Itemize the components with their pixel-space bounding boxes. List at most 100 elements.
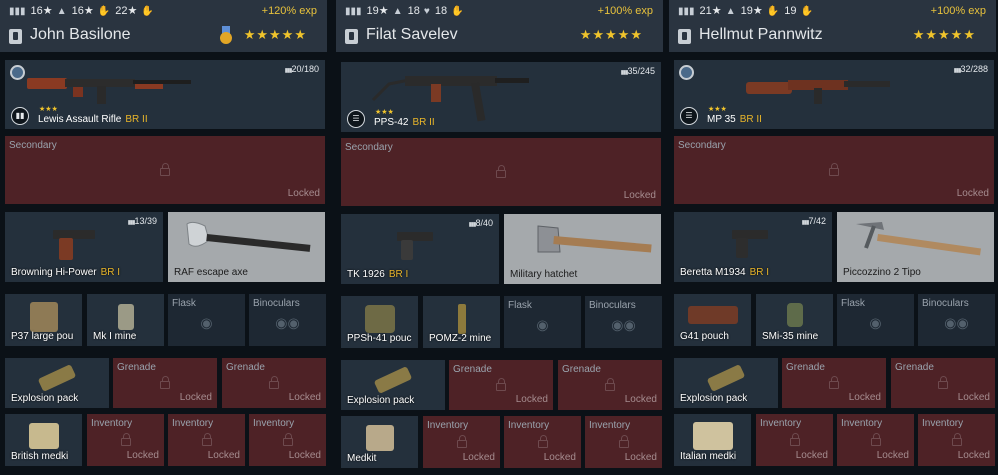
medkit-slot[interactable]: Medkit (341, 416, 418, 468)
grenade-slot-1[interactable]: Grenade Locked (113, 358, 217, 408)
melee-slot[interactable]: Military hatchet (504, 214, 661, 284)
soldier-card-3: ▮▮▮ 21★ ▲ 19★ ✋ 19 ✋ +100% exp Hellmut Pann… (669, 0, 996, 475)
exp-bonus: +100% exp (597, 5, 653, 17)
melee-name: Piccozzino 2 Tipo (843, 267, 921, 278)
rifle-type-icon: ▮▮ (11, 107, 29, 125)
weapon-stars: ★★★ (375, 109, 394, 116)
ammo-icon: ▮▮▮ (9, 6, 26, 17)
medkit-icon (28, 422, 59, 449)
soldier-class-icon (345, 29, 358, 44)
primary-weapon-slot[interactable]: 20/180 ▮▮ ★★★ Lewis Assault RifleBR II (5, 60, 325, 129)
flask-slot[interactable]: Flask ◉ (168, 294, 245, 346)
rank-badge-icon (10, 65, 25, 80)
lock-icon (938, 376, 948, 389)
pouch-slot[interactable]: P37 large pou (5, 294, 82, 346)
secondary-slot[interactable]: Secondary Locked (5, 136, 325, 204)
inventory-slot-3[interactable]: Inventory Locked (918, 414, 995, 466)
pouch-icon (687, 305, 738, 324)
pickaxe-icon (856, 222, 981, 256)
grenade-slot-1[interactable]: Grenade Locked (782, 358, 886, 408)
mine-slot[interactable]: POMZ-2 mine (423, 296, 500, 348)
pistol-name: TK 1926 BR I (347, 269, 409, 280)
rank-badge-icon (679, 65, 694, 80)
battle-rating: BR II (739, 114, 762, 125)
heart-icon: ♥ (423, 6, 430, 17)
explosive-icon (37, 364, 77, 392)
binoculars-slot[interactable]: Binoculars ◉◉ (918, 294, 995, 346)
lock-icon (160, 163, 170, 176)
primary-weapon-slot[interactable]: 35/245 ☰ ★★★ PPS-42BR II (341, 62, 661, 132)
lock-icon (789, 433, 800, 446)
weapon-stars: ★★★ (39, 106, 58, 113)
mine-icon (786, 302, 803, 327)
melee-slot[interactable]: RAF escape axe (168, 212, 325, 282)
pistol-slot[interactable]: 13/39 Browning Hi-PowerBR I (5, 212, 163, 282)
lock-icon (537, 435, 548, 448)
ammo-count: 32/288 (954, 64, 988, 74)
inventory-slot-1[interactable]: Inventory Locked (87, 414, 164, 466)
inventory-slot-3[interactable]: Inventory Locked (585, 416, 662, 468)
ammo-count: 20/180 (285, 64, 319, 74)
inventory-slot-2[interactable]: Inventory Locked (504, 416, 581, 468)
flask-icon: ◉ (869, 314, 882, 331)
primary-weapon-name: MP 35 BR II (707, 114, 762, 125)
explosive-slot[interactable]: Explosion pack (341, 360, 445, 410)
lock-icon (269, 376, 279, 389)
ammo-count: 35/245 (621, 66, 655, 76)
hatchet-icon (537, 225, 652, 253)
pistol-slot[interactable]: 8/40 TK 1926BR I (341, 214, 499, 284)
binoculars-slot[interactable]: Binoculars ◉◉ (249, 294, 326, 346)
pistol-slot[interactable]: 7/42 Beretta M1934BR I (674, 212, 832, 282)
binoculars-icon: ◉◉ (944, 314, 969, 331)
hand-icon: ✋ (451, 6, 464, 17)
soldier-name: Filat Savelev (366, 26, 458, 43)
primary-weapon-name: PPS-42 BR II (374, 117, 435, 128)
primary-weapon-slot[interactable]: 32/288 ☰ ★★★ MP 35BR II (674, 60, 994, 129)
inventory-slot-2[interactable]: Inventory Locked (837, 414, 914, 466)
battle-rating: BR II (412, 117, 435, 128)
flask-icon: ◉ (536, 316, 549, 333)
inventory-slot-1[interactable]: Inventory Locked (423, 416, 500, 468)
mine-slot[interactable]: SMi-35 mine (756, 294, 833, 346)
hand-icon: ✋ (800, 6, 813, 17)
soldier-header[interactable]: ▮▮▮ 21★ ▲ 19★ ✋ 19 ✋ +100% exp Hellmut Pann… (669, 0, 996, 52)
medkit-slot[interactable]: Italian medki (674, 414, 751, 466)
binoculars-slot[interactable]: Binoculars ◉◉ (585, 296, 662, 348)
explosive-slot[interactable]: Explosion pack (5, 358, 109, 408)
inventory-slot-3[interactable]: Inventory Locked (249, 414, 326, 466)
grenade-slot-1[interactable]: Grenade Locked (449, 360, 553, 410)
grenade-slot-2[interactable]: Grenade Locked (222, 358, 326, 408)
pouch-slot[interactable]: G41 pouch (674, 294, 751, 346)
medkit-slot[interactable]: British medki (5, 414, 82, 466)
grenade-slot-2[interactable]: Grenade Locked (558, 360, 662, 410)
soldier-header[interactable]: ▮▮▮ 19★ ▲ 18 ♥ 18 ✋ +100% exp Filat Savelev… (336, 0, 663, 52)
lock-icon (282, 433, 293, 446)
ammo-icon: ▮▮▮ (678, 6, 695, 17)
soldier-stats: ▮▮▮ 21★ ▲ 19★ ✋ 19 ✋ (678, 5, 813, 17)
mine-slot[interactable]: Mk I mine (87, 294, 164, 346)
soldier-card-1: ▮▮▮ 16★ ▲ 16★ ✋ 22★ ✋ +120% exp John Basilo… (0, 0, 327, 475)
lock-icon (496, 165, 506, 178)
hand-icon: ✋ (766, 6, 780, 17)
soldier-stats: ▮▮▮ 19★ ▲ 18 ♥ 18 ✋ (345, 5, 464, 17)
grenade-slot-2[interactable]: Grenade Locked (891, 358, 995, 408)
pistol-name: Browning Hi-Power BR I (11, 267, 121, 278)
flask-slot[interactable]: Flask ◉ (504, 296, 581, 348)
soldier-class-icon (9, 29, 22, 44)
lock-icon (496, 378, 506, 391)
pistol-name: Beretta M1934 BR I (680, 267, 770, 278)
secondary-slot[interactable]: Secondary Locked (341, 138, 661, 206)
inventory-slot-1[interactable]: Inventory Locked (756, 414, 833, 466)
flask-slot[interactable]: Flask ◉ (837, 294, 914, 346)
pouch-slot[interactable]: PPSh-41 pouc (341, 296, 418, 348)
star-rating: ★★★★★ (243, 27, 307, 42)
secondary-slot[interactable]: Secondary Locked (674, 136, 994, 204)
soldier-name: Hellmut Pannwitz (699, 26, 823, 43)
soldier-header[interactable]: ▮▮▮ 16★ ▲ 16★ ✋ 22★ ✋ +120% exp John Basilo… (0, 0, 327, 52)
explosive-slot[interactable]: Explosion pack (674, 358, 778, 408)
smg-icon (746, 80, 890, 104)
inventory-slot-2[interactable]: Inventory Locked (168, 414, 245, 466)
melee-slot[interactable]: Piccozzino 2 Tipo (837, 212, 994, 282)
lock-icon (160, 376, 170, 389)
smg-type-icon: ☰ (680, 107, 698, 125)
